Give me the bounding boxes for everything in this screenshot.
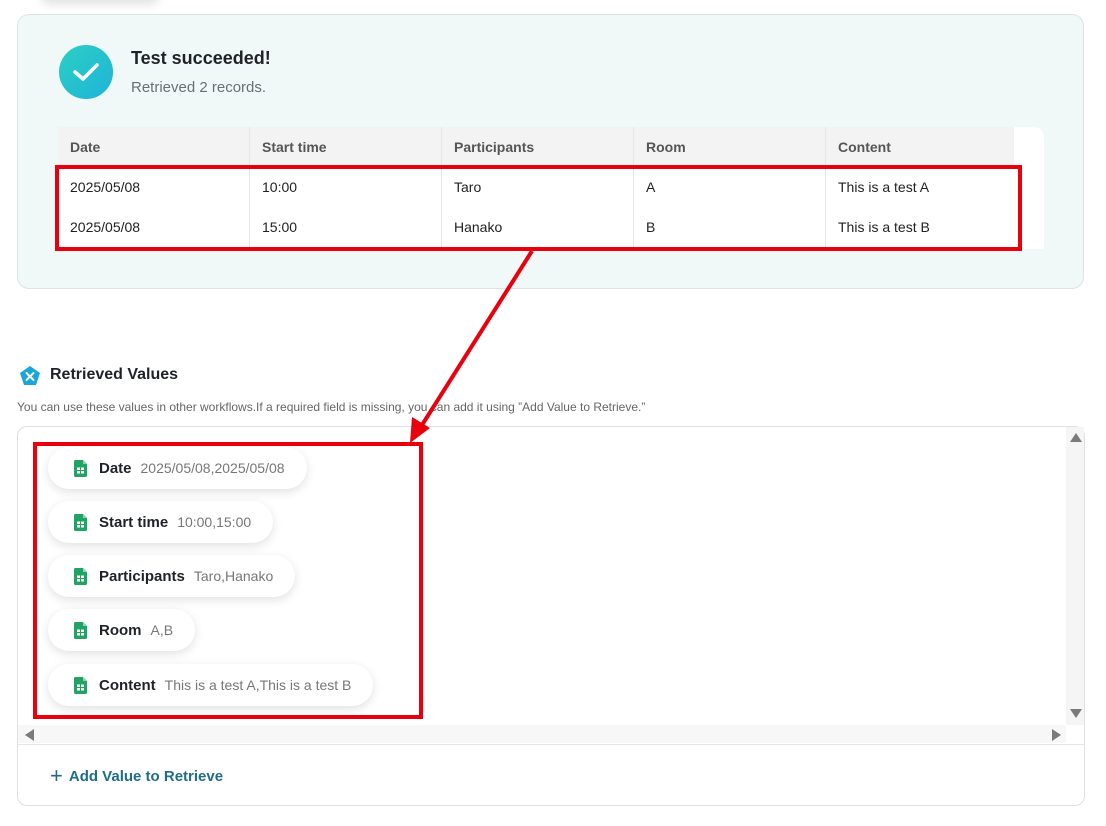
horizontal-scrollbar[interactable] <box>18 725 1066 743</box>
table-cell: This is a test B <box>825 207 1014 247</box>
success-check-icon <box>59 45 113 99</box>
table-row: 2025/05/08 15:00 Hanako B This is a test… <box>58 207 1014 247</box>
records-table-wrapper: Date Start time Participants Room Conten… <box>58 127 1044 249</box>
spreadsheet-icon <box>74 621 87 639</box>
value-chip-start-time[interactable]: Start time 10:00,15:00 <box>48 501 274 543</box>
table-header-row: Date Start time Participants Room Conten… <box>58 127 1014 167</box>
column-header-room: Room <box>633 127 826 167</box>
plus-icon: + <box>50 763 63 788</box>
value-chip-value: 2025/05/08,2025/05/08 <box>140 460 285 476</box>
value-chip-value: Taro,Hanako <box>193 568 274 584</box>
value-chip-label: Room <box>99 621 142 639</box>
success-subtitle: Retrieved 2 records. <box>131 79 267 96</box>
records-table: Date Start time Participants Room Conten… <box>58 127 1014 247</box>
value-chip-value: This is a test A,This is a test B <box>164 677 352 693</box>
value-chip-label: Date <box>99 459 132 477</box>
value-chip-content[interactable]: Content This is a test A,This is a test … <box>48 664 374 706</box>
value-chip-participants[interactable]: Participants Taro,Hanako <box>48 555 296 597</box>
divider <box>18 744 1084 745</box>
table-cell: 10:00 <box>249 167 442 207</box>
spreadsheet-icon <box>74 676 87 694</box>
success-title: Test succeeded! <box>131 48 271 68</box>
table-cell: B <box>633 207 826 247</box>
scroll-left-arrow-icon[interactable] <box>25 729 34 741</box>
value-chip-label: Content <box>99 676 156 694</box>
column-header-participants: Participants <box>441 127 634 167</box>
spreadsheet-icon <box>74 513 87 531</box>
value-chip-label: Start time <box>99 513 169 531</box>
table-cell: Hanako <box>441 207 634 247</box>
scroll-down-arrow-icon[interactable] <box>1070 709 1082 718</box>
add-value-label: Add Value to Retrieve <box>68 767 224 785</box>
value-chip-room[interactable]: Room A,B <box>48 609 196 651</box>
column-header-content: Content <box>825 127 1014 167</box>
column-header-date: Date <box>58 127 250 167</box>
table-cell: 2025/05/08 <box>58 167 250 207</box>
column-header-start-time: Start time <box>249 127 442 167</box>
retrieved-values-title: Retrieved Values <box>50 366 179 383</box>
table-row: 2025/05/08 10:00 Taro A This is a test A <box>58 167 1014 207</box>
retrieved-values-description: You can use these values in other workfl… <box>17 400 646 414</box>
table-cell: This is a test A <box>825 167 1014 207</box>
retrieved-values-box: Date 2025/05/08,2025/05/08 Start time 10… <box>17 426 1085 806</box>
retrieved-values-icon <box>19 365 41 387</box>
value-chip-date[interactable]: Date 2025/05/08,2025/05/08 <box>48 447 307 489</box>
value-chip-label: Participants <box>99 567 185 585</box>
table-cell: Taro <box>441 167 634 207</box>
scroll-right-arrow-icon[interactable] <box>1052 729 1061 741</box>
table-cell: 2025/05/08 <box>58 207 250 247</box>
vertical-scrollbar[interactable] <box>1066 427 1084 725</box>
scroll-up-arrow-icon[interactable] <box>1070 433 1082 442</box>
table-cell: 15:00 <box>249 207 442 247</box>
value-chip-value: 10:00,15:00 <box>177 514 252 530</box>
value-chip-value: A,B <box>150 622 174 638</box>
table-cell: A <box>633 167 826 207</box>
spreadsheet-icon <box>74 459 87 477</box>
add-value-to-retrieve-button[interactable]: + Add Value to Retrieve <box>50 765 223 787</box>
values-scroll-area[interactable]: Date 2025/05/08,2025/05/08 Start time 10… <box>18 427 1066 725</box>
spreadsheet-icon <box>74 567 87 585</box>
